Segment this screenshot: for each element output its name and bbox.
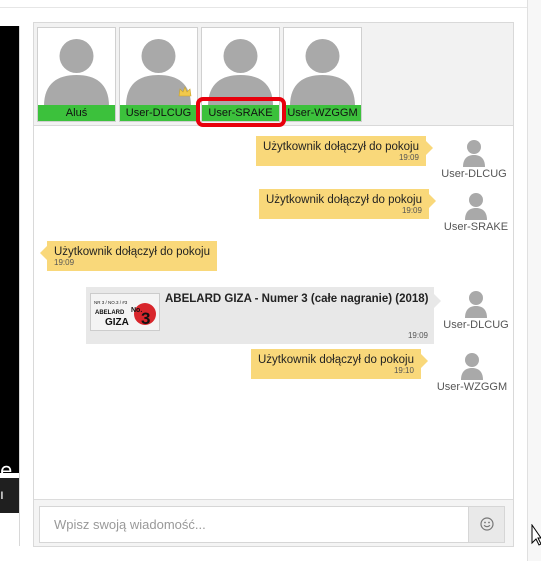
video-player[interactable]: e bbox=[0, 26, 19, 482]
user-name: User-WZGGM bbox=[284, 105, 361, 121]
sender-name: User-DLCUG bbox=[441, 168, 507, 180]
thumb-line: NR 3 / NO.3 / #3 bbox=[94, 300, 128, 305]
user-avatar-icon bbox=[284, 28, 361, 106]
message-text: Użytkownik dołączył do pokoju bbox=[263, 141, 419, 153]
message-input[interactable] bbox=[40, 507, 470, 542]
video-thumbnail-image: NR 3 / NO.3 / #3 ABELARD GIZA No. 3 bbox=[91, 294, 159, 330]
scrollbar[interactable] bbox=[527, 0, 541, 561]
message-time: 19:09 bbox=[401, 206, 422, 215]
mouse-cursor-icon bbox=[531, 524, 541, 546]
chat-panel: Aluś User-DLCUG User-SRAKE User-WZGGM Uż… bbox=[33, 22, 514, 547]
divider bbox=[19, 26, 20, 546]
sender-avatar-icon bbox=[465, 291, 487, 318]
video-title[interactable]: ABELARD GIZA - Numer 3 (całe nagranie) (… bbox=[165, 293, 429, 305]
message-bubble: Użytkownik dołączył do pokoju 19:09 bbox=[40, 241, 217, 271]
message-sender: User-WZGGM bbox=[432, 352, 512, 393]
left-panel-button[interactable]: ı bbox=[0, 478, 19, 513]
thumb-line: 3 bbox=[141, 309, 150, 328]
message-list: Użytkownik dołączył do pokoju 19:09 User… bbox=[34, 127, 513, 499]
message-time: 19:09 bbox=[398, 153, 419, 162]
user-card[interactable]: User-WZGGM bbox=[283, 27, 362, 122]
crown-icon bbox=[178, 86, 192, 97]
top-strip bbox=[0, 0, 541, 8]
user-card[interactable]: User-DLCUG bbox=[119, 27, 198, 122]
sender-name: User-WZGGM bbox=[436, 381, 508, 393]
message-input-box bbox=[39, 506, 505, 543]
message-composer bbox=[34, 499, 513, 546]
message-text: Użytkownik dołączył do pokoju bbox=[54, 246, 210, 258]
user-avatar-icon bbox=[202, 28, 279, 106]
sender-name: User-SRAKE bbox=[443, 221, 509, 233]
thumb-line: GIZA bbox=[105, 317, 129, 328]
message-bubble: Użytkownik dołączył do pokoju 19:10 bbox=[251, 349, 428, 379]
highlight-annotation bbox=[196, 97, 286, 127]
video-thumbnail[interactable]: NR 3 / NO.3 / #3 ABELARD GIZA No. 3 bbox=[90, 293, 160, 331]
message-time: 19:09 bbox=[407, 331, 428, 340]
message-sender: User-DLCUG bbox=[434, 139, 514, 180]
emoji-button[interactable] bbox=[468, 507, 504, 542]
user-card[interactable]: Aluś bbox=[37, 27, 116, 122]
left-panel-button-label: ı bbox=[0, 486, 4, 502]
users-bar: Aluś User-DLCUG User-SRAKE User-WZGGM bbox=[34, 23, 513, 127]
user-name: Aluś bbox=[38, 105, 115, 121]
sender-avatar-icon bbox=[461, 353, 483, 380]
message-text: Użytkownik dołączył do pokoju bbox=[258, 354, 414, 366]
thumb-line: ABELARD bbox=[95, 310, 125, 316]
user-avatar-icon bbox=[38, 28, 115, 106]
sender-avatar-icon bbox=[463, 140, 485, 167]
sender-avatar-icon bbox=[465, 193, 487, 220]
sender-name: User-DLCUG bbox=[443, 319, 509, 331]
message-time: 19:09 bbox=[54, 258, 75, 267]
message-sender: User-SRAKE bbox=[436, 192, 516, 233]
message-text: Użytkownik dołączył do pokoju bbox=[266, 194, 422, 206]
video-message[interactable]: NR 3 / NO.3 / #3 ABELARD GIZA No. 3 ABEL… bbox=[86, 287, 441, 344]
user-name: User-DLCUG bbox=[120, 105, 197, 121]
message-time: 19:10 bbox=[393, 366, 414, 375]
message-bubble: Użytkownik dołączył do pokoju 19:09 bbox=[256, 136, 433, 166]
message-bubble: Użytkownik dołączył do pokoju 19:09 bbox=[259, 189, 436, 219]
message-sender: User-DLCUG bbox=[436, 290, 516, 331]
smiley-icon bbox=[479, 517, 494, 531]
